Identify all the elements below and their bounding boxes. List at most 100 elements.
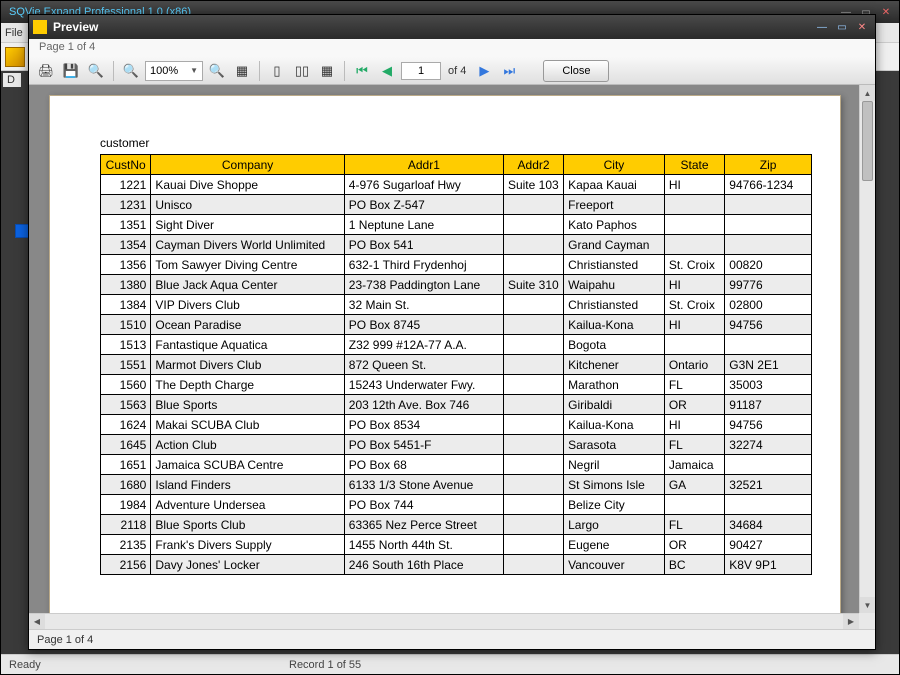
table-cell: 94766-1234 [725,175,812,195]
prev-page-button[interactable]: ◀ [376,60,398,82]
preview-close-button[interactable]: ✕ [853,20,871,34]
zoom-in-button[interactable]: 🔍 [206,60,228,82]
table-cell: 99776 [725,275,812,295]
single-page-button[interactable]: ▯ [266,60,288,82]
column-header: Addr2 [503,155,563,175]
table-row: 1351Sight Diver1 Neptune LaneKato Paphos [101,215,812,235]
cube-icon[interactable] [5,47,25,67]
table-cell: 32 Main St. [344,295,503,315]
table-cell [725,455,812,475]
table-cell: Marmot Divers Club [151,355,344,375]
table-cell: 1354 [101,235,151,255]
table-cell: Christiansted [564,295,665,315]
table-cell: 90427 [725,535,812,555]
table-cell: Belize City [564,495,665,515]
table-cell: BC [664,555,724,575]
table-cell: PO Box 5451-F [344,435,503,455]
table-row: 1560The Depth Charge15243 Underwater Fwy… [101,375,812,395]
two-page-button[interactable]: ▯▯ [291,60,313,82]
scroll-down-icon[interactable]: ▼ [860,597,875,613]
find-button[interactable]: 🔍 [85,60,107,82]
table-cell: Kato Paphos [564,215,665,235]
fit-page-button[interactable]: ▦ [231,60,253,82]
table-cell: Unisco [151,195,344,215]
table-cell: Kailua-Kona [564,315,665,335]
table-cell: 1563 [101,395,151,415]
print-button[interactable]: 🖨 [35,60,57,82]
preview-maximize-button[interactable]: ▭ [833,20,851,34]
table-cell: 2156 [101,555,151,575]
main-close-button[interactable]: ✕ [877,5,895,19]
preview-titlebar[interactable]: Preview — ▭ ✕ [29,15,875,39]
zoom-combo[interactable]: 100%▼ [145,61,203,81]
table-cell: Negril [564,455,665,475]
table-cell [664,495,724,515]
table-cell: 246 South 16th Place [344,555,503,575]
table-row: 1510Ocean ParadisePO Box 8745Kailua-Kona… [101,315,812,335]
scroll-up-icon[interactable]: ▲ [860,85,875,101]
scroll-right-icon[interactable]: ▶ [843,614,859,629]
table-cell [503,355,563,375]
save-button[interactable]: 💾 [60,60,82,82]
table-cell: PO Box 541 [344,235,503,255]
table-cell: 32274 [725,435,812,455]
column-header: City [564,155,665,175]
next-page-button[interactable]: ▶ [473,60,495,82]
close-preview-button[interactable]: Close [543,60,609,82]
table-cell: 00820 [725,255,812,275]
table-cell: Davy Jones' Locker [151,555,344,575]
table-cell: Adventure Undersea [151,495,344,515]
table-cell [503,415,563,435]
page-number-input[interactable] [401,62,441,80]
preview-window: Preview — ▭ ✕ Page 1 of 4 🖨 💾 🔍 🔍 100%▼ … [28,14,876,650]
first-page-button[interactable]: ⏮ [351,60,373,82]
table-row: 1624Makai SCUBA ClubPO Box 8534Kailua-Ko… [101,415,812,435]
table-row: 1984Adventure UnderseaPO Box 744Belize C… [101,495,812,515]
table-cell: 1560 [101,375,151,395]
table-cell: PO Box 8534 [344,415,503,435]
menu-file[interactable]: File [5,27,23,39]
table-cell: 1513 [101,335,151,355]
table-cell: 63365 Nez Perce Street [344,515,503,535]
scroll-thumb[interactable] [862,101,873,181]
table-cell: Frank's Divers Supply [151,535,344,555]
table-cell: K8V 9P1 [725,555,812,575]
table-cell: Grand Cayman [564,235,665,255]
table-row: 1551Marmot Divers Club872 Queen St.Kitch… [101,355,812,375]
table-cell: 1651 [101,455,151,475]
page-total-label: of 4 [444,65,470,77]
last-page-button[interactable]: ⏭ [498,60,520,82]
zoom-out-button[interactable]: 🔍 [120,60,142,82]
preview-minimize-button[interactable]: — [813,20,831,34]
main-statusbar: Ready Record 1 of 55 [1,654,899,674]
toolbar-sep [113,61,114,81]
table-cell: 1680 [101,475,151,495]
table-cell: G3N 2E1 [725,355,812,375]
table-cell: Z32 999 #12A-77 A.A. [344,335,503,355]
table-cell: HI [664,415,724,435]
table-cell: 1551 [101,355,151,375]
toolbar-sep [344,61,345,81]
horizontal-scrollbar[interactable]: ◀ ▶ [29,613,859,629]
preview-title: Preview [53,20,813,34]
table-row: 1513Fantastique AquaticaZ32 999 #12A-77 … [101,335,812,355]
table-cell: HI [664,315,724,335]
table-cell: Jamaica [664,455,724,475]
toolbar-sep [259,61,260,81]
chevron-down-icon: ▼ [190,66,198,75]
multi-page-button[interactable]: ▦ [316,60,338,82]
table-cell: 23-738 Paddington Lane [344,275,503,295]
vertical-scrollbar[interactable]: ▲ ▼ [859,85,875,613]
table-cell: PO Box 68 [344,455,503,475]
table-cell [503,195,563,215]
table-cell [503,395,563,415]
table-cell: FL [664,435,724,455]
preview-appicon [33,20,47,34]
table-cell: Action Club [151,435,344,455]
table-row: 1231UniscoPO Box Z-547Freeport [101,195,812,215]
table-cell [503,495,563,515]
table-cell [503,375,563,395]
scroll-corner [859,613,875,629]
scroll-left-icon[interactable]: ◀ [29,614,45,629]
table-cell: 4-976 Sugarloaf Hwy [344,175,503,195]
